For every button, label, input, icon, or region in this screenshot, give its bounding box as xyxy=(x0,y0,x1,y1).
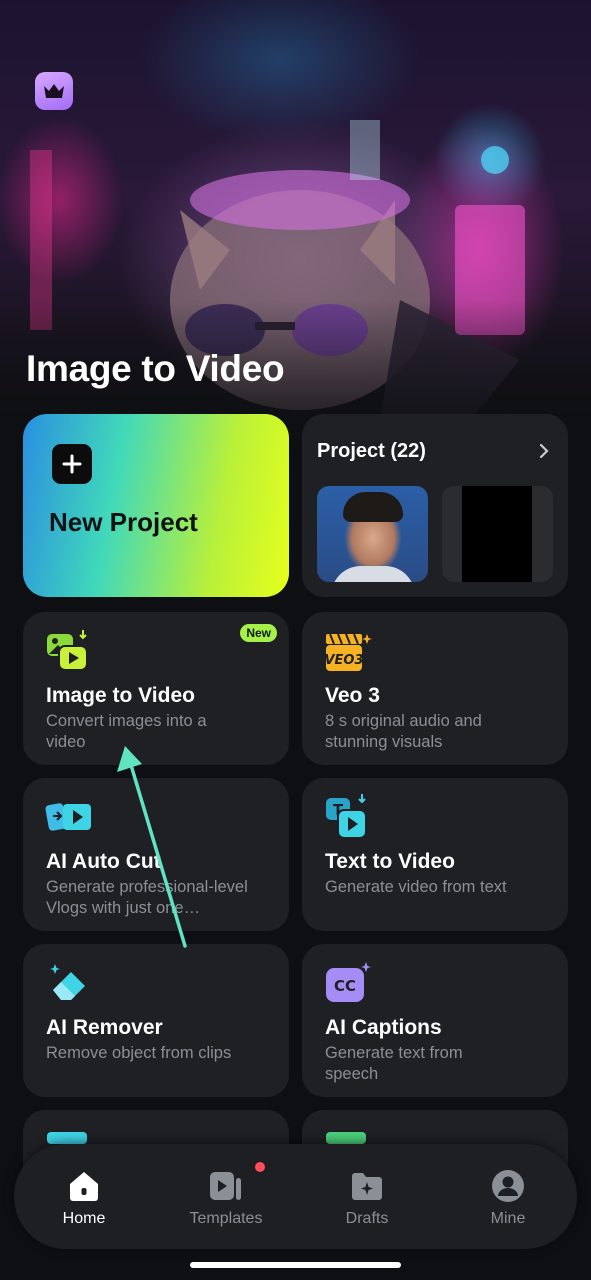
tool-icon xyxy=(326,1132,366,1144)
svg-text:VEO3: VEO3 xyxy=(324,653,363,668)
project-title: Project (22) xyxy=(317,440,426,462)
text-to-video-tool[interactable]: T Text to Video Generate video from text xyxy=(302,778,568,931)
nav-label: Mine xyxy=(490,1210,526,1227)
profile-icon xyxy=(492,1170,524,1202)
tool-title: Text to Video xyxy=(325,850,455,873)
tool-icon xyxy=(47,1132,87,1144)
tool-title: AI Remover xyxy=(46,1016,163,1039)
notification-dot xyxy=(255,1162,265,1172)
tool-title: Veo 3 xyxy=(325,684,380,707)
veo3-tool[interactable]: VEO3 Veo 3 8 s original audio and stunni… xyxy=(302,612,568,765)
hero-banner[interactable]: Image to Video xyxy=(0,0,591,440)
tool-description: Generate professional-level Vlogs with j… xyxy=(46,878,248,917)
nav-label: Templates xyxy=(189,1210,263,1227)
tool-description: Generate video from text xyxy=(325,878,507,896)
premium-button[interactable] xyxy=(35,72,73,110)
project-thumbnail[interactable] xyxy=(317,486,428,582)
chevron-right-icon xyxy=(539,443,549,459)
nav-templates[interactable]: Templates xyxy=(171,1144,281,1249)
ai-remover-tool[interactable]: AI Remover Remove object from clips xyxy=(23,944,289,1097)
tool-description: Generate text from speech xyxy=(325,1044,463,1083)
drafts-folder-icon xyxy=(352,1173,382,1200)
ai-auto-cut-tool[interactable]: AI Auto Cut Generate professional-level … xyxy=(23,778,289,931)
tool-title: AI Captions xyxy=(325,1016,442,1039)
tool-title: Image to Video xyxy=(46,684,195,707)
nav-mine[interactable]: Mine xyxy=(453,1144,563,1249)
home-indicator xyxy=(190,1262,401,1268)
captions-icon: CC xyxy=(326,962,371,1002)
new-project-label: New Project xyxy=(49,507,198,537)
eraser-icon xyxy=(50,964,85,1000)
new-badge: New xyxy=(240,624,277,642)
plus-icon xyxy=(52,444,92,484)
tool-description: Convert images into a video xyxy=(46,712,207,751)
image-to-video-tool[interactable]: New Image to Video Convert images into a… xyxy=(23,612,289,765)
crown-icon xyxy=(44,84,64,98)
nav-drafts[interactable]: Drafts xyxy=(312,1144,422,1249)
nav-home[interactable]: Home xyxy=(29,1144,139,1249)
project-thumbnail[interactable] xyxy=(442,486,553,582)
tool-description: Remove object from clips xyxy=(46,1044,232,1062)
nav-label: Drafts xyxy=(345,1210,389,1227)
text-to-video-icon: T xyxy=(326,794,367,839)
home-icon xyxy=(70,1172,98,1201)
image-to-video-icon xyxy=(47,630,88,671)
tool-title: AI Auto Cut xyxy=(46,850,161,873)
ai-captions-tool[interactable]: CC AI Captions Generate text from speech xyxy=(302,944,568,1097)
veo3-icon: VEO3 xyxy=(324,633,372,671)
auto-cut-icon xyxy=(45,803,91,831)
bottom-navigation: Home Templates Drafts Mine xyxy=(14,1144,577,1249)
nav-label: Home xyxy=(62,1210,106,1227)
templates-icon xyxy=(210,1172,241,1200)
project-card[interactable]: Project (22) xyxy=(302,414,568,597)
tool-description: 8 s original audio and stunning visuals xyxy=(325,712,482,751)
hero-title: Image to Video xyxy=(26,348,285,389)
new-project-button[interactable]: New Project xyxy=(23,414,289,597)
svg-text:CC: CC xyxy=(334,977,356,995)
